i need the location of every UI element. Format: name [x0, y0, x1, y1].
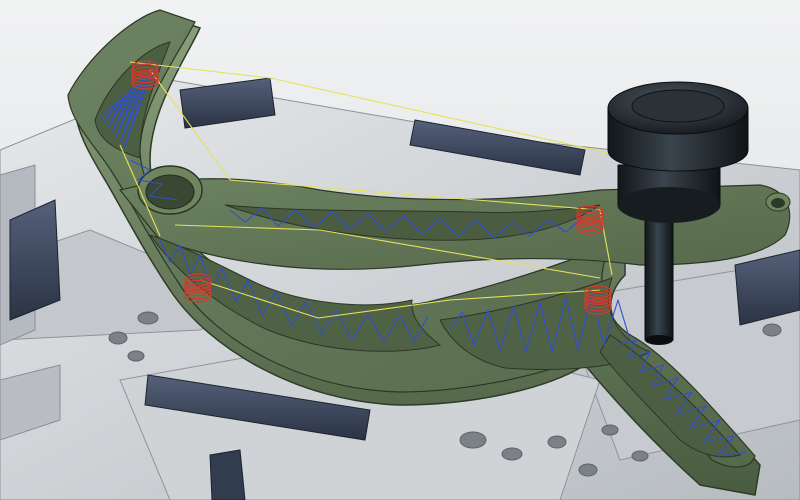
tool-shank — [644, 204, 674, 341]
tool-tip — [645, 335, 673, 345]
tool-holder-bottom — [618, 187, 720, 223]
tool-holder-cap-inner — [631, 89, 725, 123]
cam-scene[interactable] — [0, 0, 800, 500]
cam-viewport[interactable] — [0, 0, 800, 500]
